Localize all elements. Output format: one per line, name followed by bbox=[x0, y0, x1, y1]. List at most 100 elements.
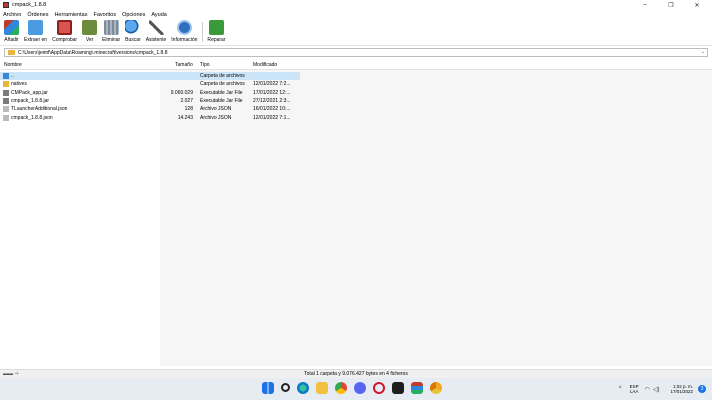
file-modified: 12/01/2022 7:1... bbox=[253, 114, 291, 121]
file-type: Archivo JSON bbox=[200, 114, 232, 121]
terminal-icon[interactable] bbox=[392, 382, 404, 394]
file-size: 2.027 bbox=[180, 97, 193, 104]
column-name-header[interactable]: Nombre bbox=[4, 62, 22, 68]
folder-icon bbox=[3, 81, 9, 88]
extract-button[interactable]: Extraer en bbox=[24, 20, 47, 45]
file-name: CMPack_app.jar bbox=[11, 89, 48, 96]
file-size: 9.060.029 bbox=[170, 89, 193, 96]
window-controls: – ❐ ✕ bbox=[632, 0, 710, 10]
magnifier-icon bbox=[125, 20, 141, 35]
clock-date: 17/01/2022 bbox=[670, 389, 693, 394]
delete-button[interactable]: Eliminar bbox=[102, 20, 120, 45]
menu-archivo[interactable]: Archivo bbox=[3, 12, 21, 18]
delete-label: Eliminar bbox=[102, 37, 121, 43]
language-indicator[interactable]: ESP LAA bbox=[630, 384, 639, 394]
json-icon bbox=[3, 114, 9, 121]
menu-opciones[interactable]: Opciones bbox=[122, 12, 145, 18]
view-button[interactable]: Ver bbox=[82, 20, 98, 45]
menu-herramientas[interactable]: Herramientas bbox=[54, 12, 87, 18]
menu-ordenes[interactable]: Órdenes bbox=[27, 12, 48, 18]
extract-label: Extraer en bbox=[24, 37, 48, 43]
windows-start-icon[interactable] bbox=[262, 382, 274, 394]
file-type: Archivo JSON bbox=[200, 106, 232, 113]
view-book-icon bbox=[82, 20, 98, 35]
find-button[interactable]: Buscar bbox=[125, 20, 141, 45]
test-label: Comprobar bbox=[52, 37, 78, 43]
extract-folder-icon bbox=[28, 20, 44, 35]
file-row[interactable]: CMPack_app.jar 9.060.029 Executable Jar Fi… bbox=[0, 89, 300, 97]
file-row[interactable]: cmpack_1.8.8.json 14.243 Archivo JSON 12/01… bbox=[0, 114, 300, 122]
view-label: Ver bbox=[85, 37, 94, 43]
address-bar[interactable]: C:\Users\jeimf\AppData\Roaming\.minecraf… bbox=[4, 48, 708, 57]
file-name: cmpack_1.8.8.jar bbox=[11, 97, 50, 104]
menu-bar: Archivo Órdenes Herramientas Favoritos O… bbox=[0, 10, 712, 19]
add-button[interactable]: Añadir bbox=[4, 20, 19, 45]
repair-kit-icon bbox=[208, 20, 224, 35]
window-title: cmpack_1.8.8 bbox=[12, 2, 47, 8]
toolbar: Añadir Extraer en Comprobar Ver Eliminar… bbox=[0, 19, 712, 46]
file-name: .. bbox=[11, 73, 14, 79]
info-icon bbox=[176, 20, 192, 35]
file-modified: 12/01/2022 7:2... bbox=[253, 81, 291, 88]
add-archive-icon bbox=[4, 20, 19, 35]
file-row[interactable]: TLauncherAdditional.json 128 Archivo JSON 1… bbox=[0, 105, 300, 113]
wifi-icon[interactable]: ◠ bbox=[645, 386, 650, 393]
file-name: cmpack_1.8.8.json bbox=[11, 114, 53, 121]
toolbar-separator bbox=[202, 22, 204, 42]
file-name: natives bbox=[11, 81, 27, 88]
file-modified: 16/01/2022 10:... bbox=[253, 106, 291, 113]
close-button[interactable]: ✕ bbox=[684, 0, 710, 10]
test-check-icon bbox=[57, 20, 73, 35]
minimize-button[interactable]: – bbox=[632, 0, 658, 10]
file-row[interactable]: cmpack_1.8.8.jar 2.027 Executable Jar File… bbox=[0, 97, 300, 105]
title-bar: cmpack_1.8.8 – ❐ ✕ bbox=[0, 0, 712, 10]
file-size: 128 bbox=[184, 106, 193, 113]
file-name: TLauncherAdditional.json bbox=[11, 106, 68, 113]
file-type: Carpeta de archivos bbox=[200, 73, 245, 79]
file-explorer-icon[interactable] bbox=[316, 382, 328, 394]
clock[interactable]: 1:02 p. m. 17/01/2022 bbox=[670, 384, 693, 394]
info-button[interactable]: Información bbox=[171, 20, 197, 45]
up-folder-icon bbox=[3, 73, 9, 79]
notification-badge[interactable]: 3 bbox=[698, 385, 706, 393]
address-path: C:\Users\jeimf\AppData\Roaming\.minecraf… bbox=[18, 49, 168, 56]
winrar-app-icon bbox=[3, 2, 9, 8]
winrar-icon[interactable] bbox=[411, 382, 423, 394]
system-tray: ^ ESP LAA ◠ ◁) 1:02 p. m. 17/01/2022 3 bbox=[619, 381, 706, 397]
column-type-header[interactable]: Tipo bbox=[200, 62, 210, 68]
magic-wand-icon bbox=[148, 20, 164, 35]
menu-ayuda[interactable]: Ayuda bbox=[151, 12, 167, 18]
status-text: Total 1 carpeta y 9.076.427 bytes en 4 f… bbox=[304, 371, 408, 377]
list-header: Nombre Tamaño Tipo Modificado bbox=[0, 60, 712, 70]
file-size: 14.243 bbox=[177, 114, 193, 121]
jar-icon bbox=[3, 89, 9, 96]
column-size-header[interactable]: Tamaño bbox=[175, 62, 193, 68]
info-label: Información bbox=[171, 37, 198, 43]
opera-icon[interactable] bbox=[373, 382, 385, 394]
wizard-label: Asistente bbox=[145, 37, 167, 43]
address-dropdown-icon[interactable]: ⌄ bbox=[701, 49, 705, 55]
edge-icon[interactable] bbox=[297, 382, 309, 394]
trash-icon bbox=[103, 20, 119, 35]
file-modified: 27/12/2021 2:3... bbox=[253, 97, 291, 104]
file-list: Nombre Tamaño Tipo Modificado .. Carpeta … bbox=[0, 60, 712, 366]
file-row[interactable]: natives Carpeta de archivos 12/01/2022 7:2… bbox=[0, 80, 300, 88]
maximize-button[interactable]: ❐ bbox=[658, 0, 684, 10]
jar-icon bbox=[3, 97, 9, 104]
test-button[interactable]: Comprobar bbox=[52, 20, 77, 45]
column-modified-header[interactable]: Modificado bbox=[253, 62, 277, 68]
taskbar-apps bbox=[262, 382, 449, 394]
chrome-canary-icon[interactable] bbox=[430, 382, 442, 394]
tray-overflow-icon[interactable]: ^ bbox=[619, 386, 622, 392]
discord-icon[interactable] bbox=[354, 382, 366, 394]
parent-folder-row[interactable]: .. Carpeta de archivos bbox=[0, 72, 300, 80]
chrome-icon[interactable] bbox=[335, 382, 347, 394]
file-type: Carpeta de archivos bbox=[200, 81, 245, 88]
menu-favoritos[interactable]: Favoritos bbox=[93, 12, 116, 18]
repair-button[interactable]: Reparar bbox=[207, 20, 226, 45]
search-icon[interactable] bbox=[281, 383, 290, 392]
add-label: Añadir bbox=[4, 37, 19, 43]
volume-icon[interactable]: ◁) bbox=[653, 386, 660, 393]
file-modified: 17/01/2022 12:... bbox=[253, 89, 291, 96]
wizard-button[interactable]: Asistente bbox=[145, 20, 167, 45]
